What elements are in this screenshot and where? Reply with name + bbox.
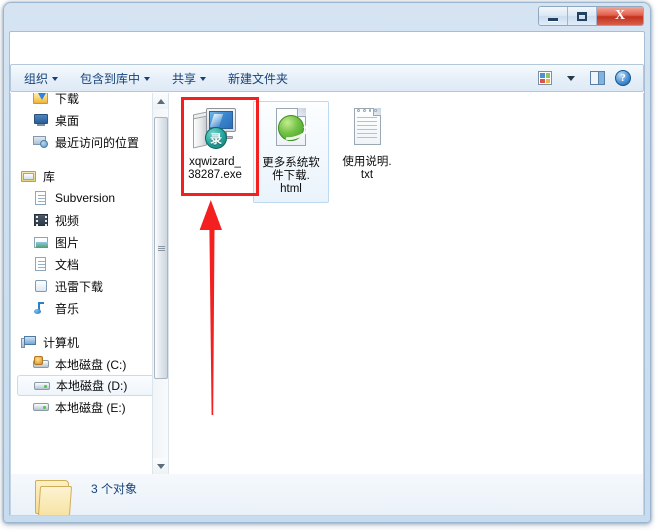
minimize-button[interactable] <box>539 7 568 25</box>
sidebar-item-label: 下载 <box>55 93 80 106</box>
title-bar: X <box>4 3 650 31</box>
file-items: 录 xqwizard_ 38287.exe 更多系统软 件下载. html 使用… <box>177 101 643 203</box>
maximize-button[interactable] <box>568 7 597 25</box>
scroll-down-button[interactable] <box>153 458 168 474</box>
sidebar-item-libraries[interactable]: 库 <box>11 165 157 187</box>
drive-icon <box>33 399 49 415</box>
sidebar-item-label: 视频 <box>55 213 80 228</box>
navigation-scrollbar[interactable] <box>152 93 168 474</box>
sidebar-item-label: 库 <box>43 169 56 184</box>
scroll-up-button[interactable] <box>153 93 168 109</box>
toolbar-new-folder-button[interactable]: 新建文件夹 <box>219 67 297 90</box>
sidebar-item-drive-e[interactable]: 本地磁盘 (E:) <box>11 396 157 418</box>
internet-explorer-icon <box>278 115 304 141</box>
sidebar-item-subversion[interactable]: Subversion <box>11 187 157 209</box>
sidebar-item-label: Subversion <box>55 191 116 205</box>
scroll-up-icon <box>157 98 165 104</box>
toolbar-include-in-library-button[interactable]: 包含到库中 <box>71 67 159 90</box>
pictures-icon <box>33 234 49 250</box>
sidebar-item-computer[interactable]: 计算机 <box>11 331 157 353</box>
sidebar-item-music[interactable]: 音乐 <box>11 297 157 319</box>
sidebar-item-videos[interactable]: 视频 <box>11 209 157 231</box>
toolbar-right-group: ? <box>533 67 643 89</box>
file-list-pane[interactable]: 录 xqwizard_ 38287.exe 更多系统软 件下载. html 使用… <box>168 93 643 474</box>
file-item-exe[interactable]: 录 xqwizard_ 38287.exe <box>177 101 253 188</box>
navigation-pane: 下载 桌面 最近访问的位置 库 Subversion 视频 图片 文档 迅雷下载… <box>11 93 168 474</box>
help-icon: ? <box>615 70 631 86</box>
file-item-txt[interactable]: 使用说明. txt <box>329 101 405 188</box>
sidebar-item-label: 文档 <box>55 257 80 272</box>
sidebar-item-label: 图片 <box>55 235 80 250</box>
sidebar-item-drive-c[interactable]: 本地磁盘 (C:) <box>11 353 157 375</box>
view-options-button[interactable] <box>533 67 557 89</box>
recent-places-icon <box>33 134 49 150</box>
file-item-html[interactable]: 更多系统软 件下载. html <box>253 101 329 203</box>
scrollbar-grip-icon <box>157 245 165 251</box>
music-icon <box>33 300 49 316</box>
toolbar-organize-label: 组织 <box>24 71 49 86</box>
preview-pane-icon <box>589 71 605 85</box>
sidebar-item-recent-places[interactable]: 最近访问的位置 <box>11 131 157 153</box>
file-item-label: 使用说明. txt <box>342 156 392 181</box>
sidebar-item-pictures[interactable]: 图片 <box>11 231 157 253</box>
explorer-body: 下载 桌面 最近访问的位置 库 Subversion 视频 图片 文档 迅雷下载… <box>10 93 644 475</box>
command-bar: 组织 包含到库中 共享 新建文件夹 ? <box>10 64 644 92</box>
maximize-icon <box>577 11 587 21</box>
scrollbar-thumb[interactable] <box>154 117 168 379</box>
toolbar-share-button[interactable]: 共享 <box>163 67 215 90</box>
toolbar-organize-button[interactable]: 组织 <box>15 67 67 90</box>
help-button[interactable]: ? <box>611 67 635 89</box>
drive-icon <box>34 378 50 394</box>
computer-icon <box>21 334 37 350</box>
sidebar-item-documents[interactable]: 文档 <box>11 253 157 275</box>
desktop-icon <box>33 112 49 128</box>
sidebar-item-label: 计算机 <box>43 335 80 350</box>
libraries-icon <box>21 168 37 184</box>
text-file-icon <box>343 105 391 153</box>
sidebar-item-label: 本地磁盘 (D:) <box>56 379 128 393</box>
sidebar-item-label: 最近访问的位置 <box>55 135 140 150</box>
status-bar: 3 个对象 <box>10 474 644 516</box>
scroll-down-icon <box>157 463 165 469</box>
toolbar-new-folder-label: 新建文件夹 <box>228 71 289 86</box>
close-icon: X <box>614 8 626 23</box>
chevron-down-icon <box>567 75 575 81</box>
folder-icon <box>33 478 77 515</box>
downloads-folder-icon <box>33 93 49 106</box>
documents-icon <box>33 256 49 272</box>
chevron-down-icon <box>200 77 207 81</box>
chevron-down-icon <box>52 77 59 81</box>
close-button[interactable]: X <box>597 7 643 25</box>
sidebar-item-desktop[interactable]: 桌面 <box>11 109 157 131</box>
explorer-window: X « rjxz ▸ Xqws_V5.44_XiTongZhiJia <box>3 2 651 523</box>
sidebar-item-drive-d[interactable]: 本地磁盘 (D:) <box>17 375 157 396</box>
videos-icon <box>33 212 49 228</box>
window-controls: X <box>538 6 644 26</box>
chevron-down-icon <box>144 77 151 81</box>
sidebar-item-label: 桌面 <box>55 113 80 128</box>
html-file-icon <box>267 106 315 154</box>
toolbar-include-in-library-label: 包含到库中 <box>80 71 141 86</box>
navigation-list: 下载 桌面 最近访问的位置 库 Subversion 视频 图片 文档 迅雷下载… <box>11 93 157 418</box>
toolbar-share-label: 共享 <box>172 71 197 86</box>
executable-icon: 录 <box>191 105 239 153</box>
view-options-icon <box>538 71 552 85</box>
file-item-label: 更多系统软 件下载. html <box>262 157 320 195</box>
sidebar-item-label: 本地磁盘 (C:) <box>55 357 127 372</box>
view-options-dropdown[interactable] <box>559 67 583 89</box>
preview-pane-button[interactable] <box>585 67 609 89</box>
item-count-label: 3 个对象 <box>91 482 138 496</box>
file-item-label: xqwizard_ 38287.exe <box>188 156 242 181</box>
minimize-icon <box>548 17 558 21</box>
sidebar-item-thunder-download[interactable]: 迅雷下载 <box>11 275 157 297</box>
sidebar-item-label: 本地磁盘 (E:) <box>55 400 126 415</box>
sidebar-item-label: 音乐 <box>55 301 80 316</box>
sidebar-item-label: 迅雷下载 <box>55 279 104 294</box>
system-drive-icon <box>33 356 49 372</box>
sidebar-item-downloads[interactable]: 下载 <box>11 93 157 109</box>
recorder-badge-icon: 录 <box>205 127 227 149</box>
thunder-download-icon <box>33 278 49 294</box>
subversion-icon <box>33 190 49 206</box>
